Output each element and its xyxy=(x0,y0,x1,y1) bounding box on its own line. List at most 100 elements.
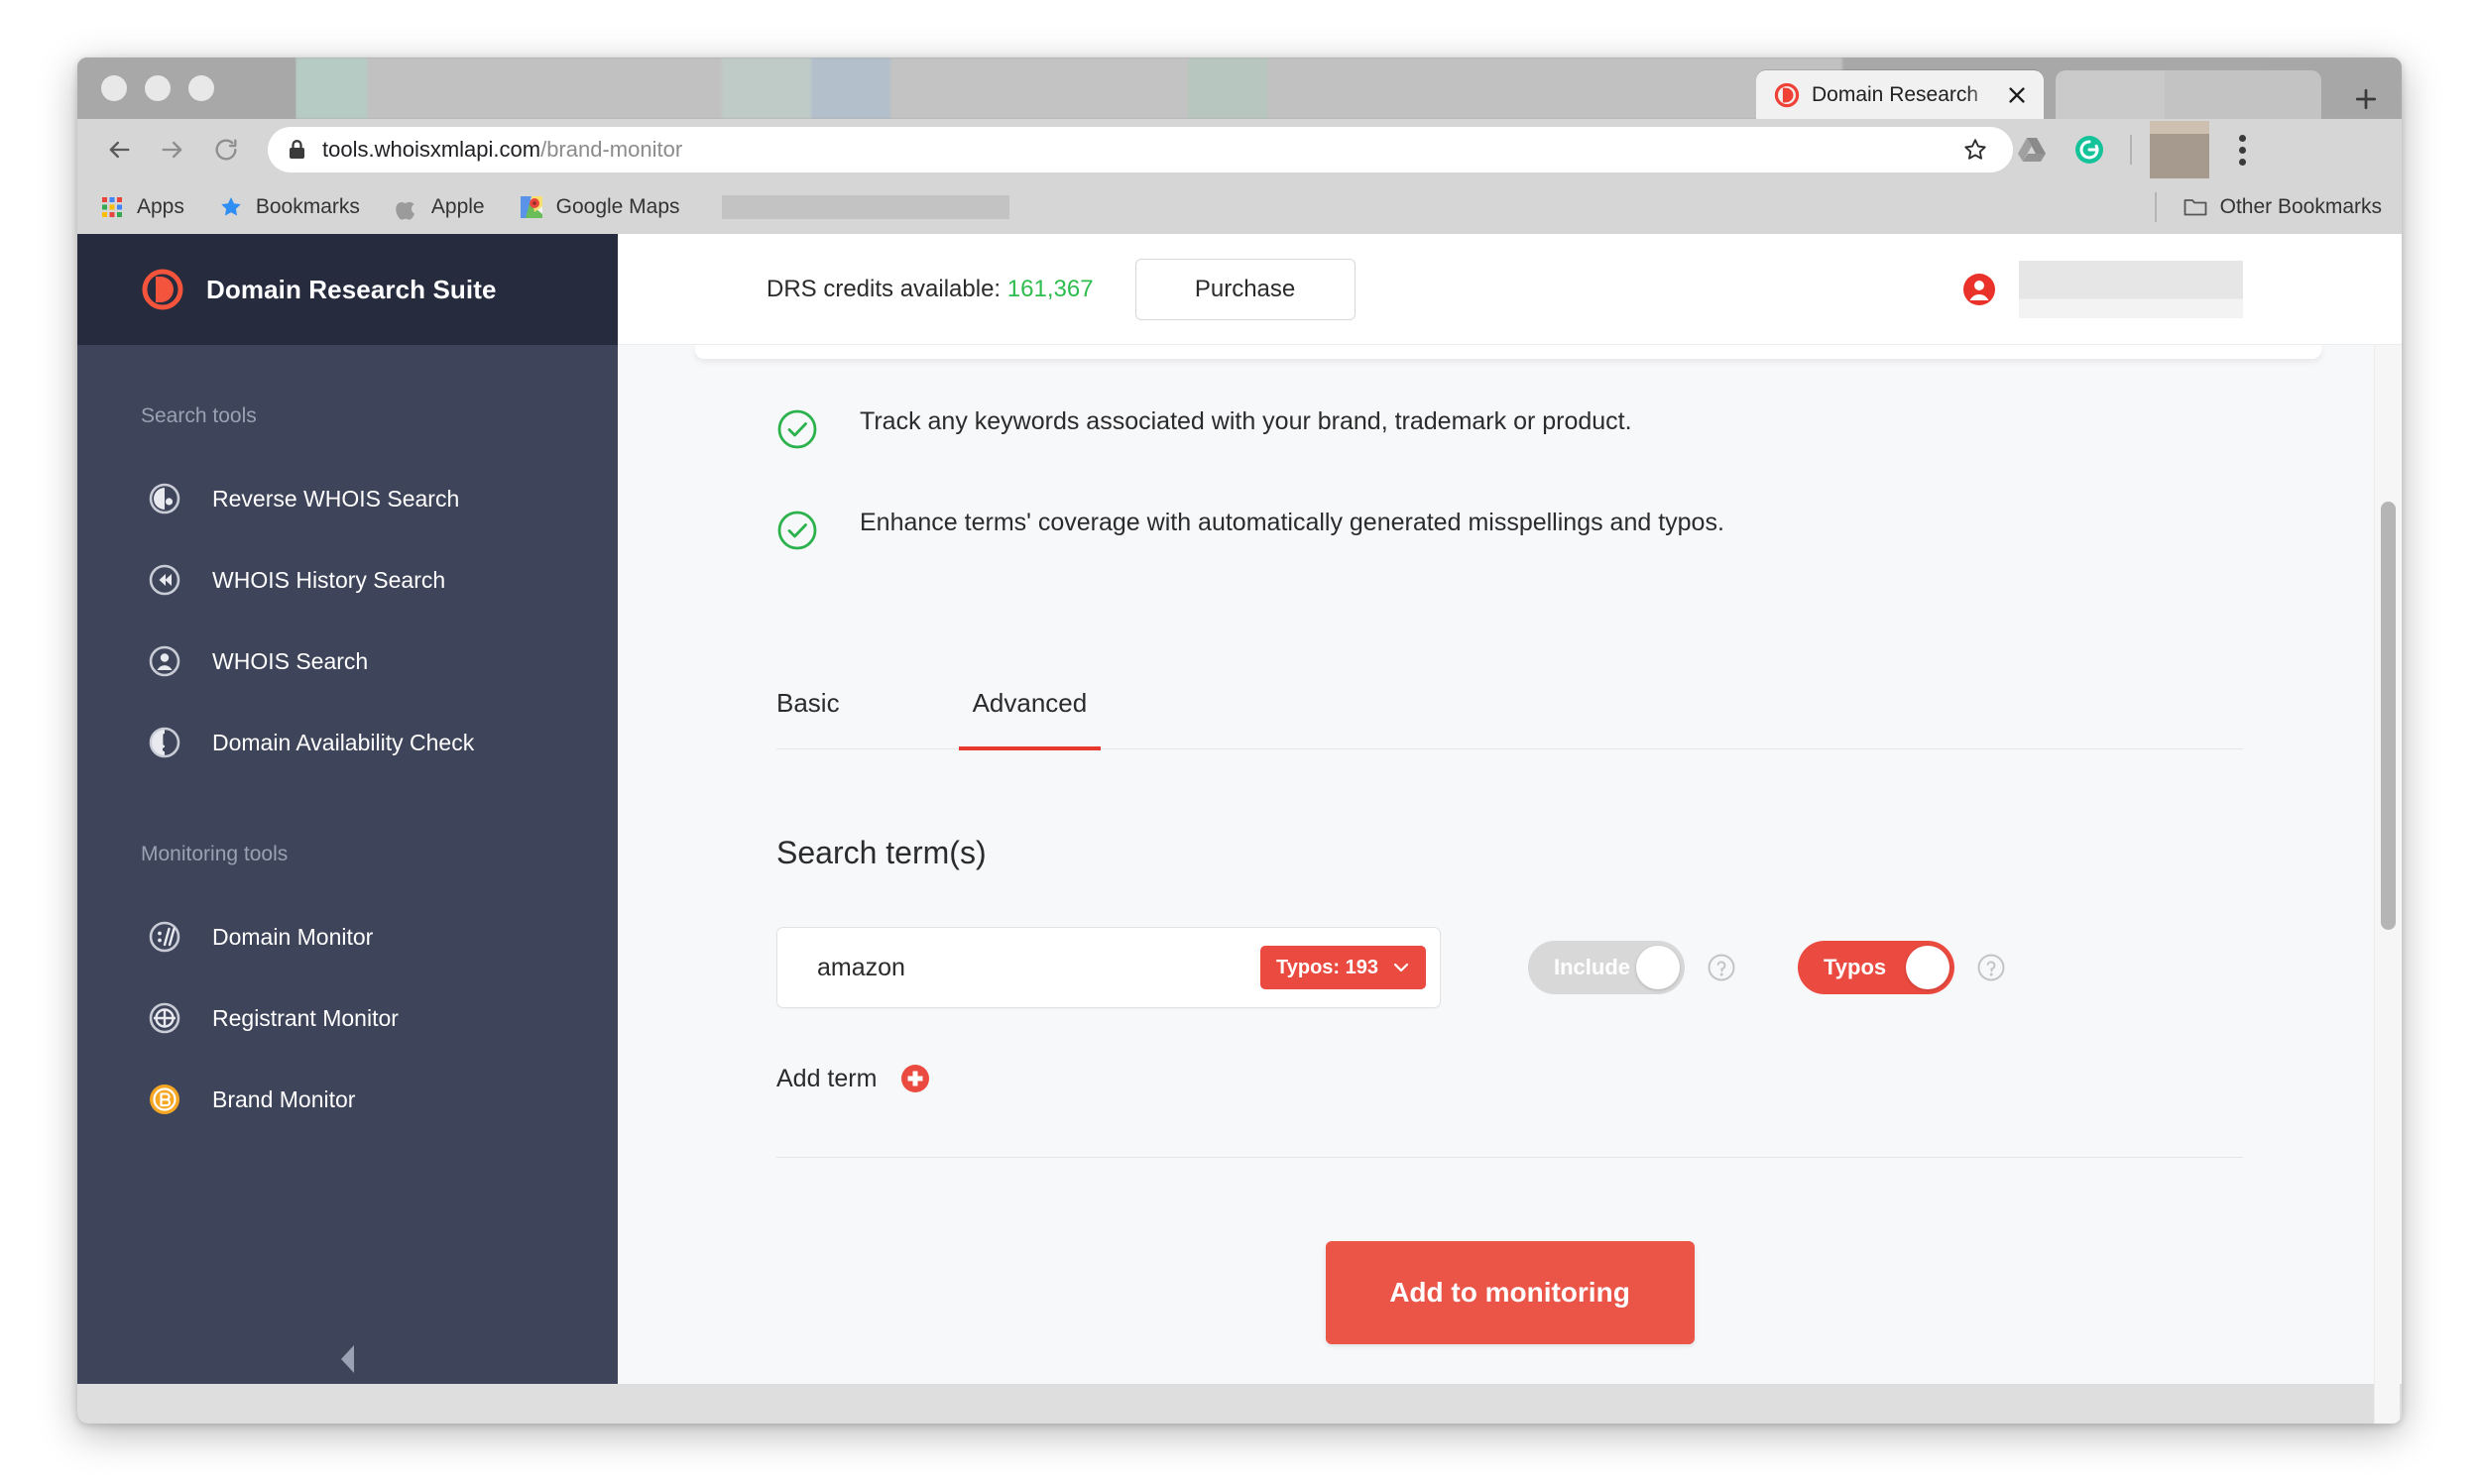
purchase-button[interactable]: Purchase xyxy=(1134,258,1356,320)
scrollable-body: Track any keywords associated with your … xyxy=(618,345,2402,1424)
typos-count-label: Typos: 193 xyxy=(1276,956,1378,978)
star-icon[interactable] xyxy=(1955,130,1995,170)
google-drive-icon[interactable] xyxy=(2011,129,2053,171)
new-tab-button[interactable] xyxy=(2343,79,2389,119)
back-arrow-icon[interactable] xyxy=(97,128,141,171)
sidebar-item-domain-availability-check[interactable]: Domain Availability Check xyxy=(77,702,618,783)
user-account-chip[interactable] xyxy=(1961,260,2243,318)
check-circle-icon xyxy=(776,510,818,551)
domain-availability-icon xyxy=(141,719,188,766)
registrant-monitor-icon xyxy=(141,994,188,1042)
vertical-scrollbar[interactable] xyxy=(2374,345,2400,1424)
bookmark-apple[interactable]: Apple xyxy=(394,194,485,220)
brand-monitor-icon xyxy=(141,1076,188,1123)
search-term-input[interactable]: amazon Typos: 193 xyxy=(776,927,1441,1008)
sidebar-item-registrant-monitor[interactable]: Registrant Monitor xyxy=(77,977,618,1059)
main-content: DRS credits available: 161,367 Purchase xyxy=(618,234,2402,1424)
tab-basic[interactable]: Basic xyxy=(776,688,840,748)
browser-window: Domain Research tools.whoisxmlapi.com/br… xyxy=(77,57,2402,1424)
bookmark-blurred-item[interactable] xyxy=(721,195,1009,219)
folder-icon xyxy=(2183,194,2208,220)
scrolled-panel-edge xyxy=(695,345,2321,359)
feature-item: Enhance terms' coverage with automatical… xyxy=(776,508,2243,551)
tab-advanced[interactable]: Advanced xyxy=(958,688,1101,750)
sidebar-item-brand-monitor[interactable]: Brand Monitor xyxy=(77,1059,618,1140)
grammarly-icon[interactable] xyxy=(2068,129,2110,171)
drs-credits: DRS credits available: 161,367 xyxy=(767,276,1094,303)
credits-label: DRS credits available: xyxy=(767,275,1002,302)
sidebar-item-reverse-whois-search[interactable]: Reverse WHOIS Search xyxy=(77,458,618,539)
sidebar-item-domain-monitor[interactable]: Domain Monitor xyxy=(77,896,618,977)
bookmark-label: Apps xyxy=(137,195,184,218)
other-bookmarks-label: Other Bookmarks xyxy=(2219,195,2382,218)
search-term-row: amazon Typos: 193 Include Typos xyxy=(776,927,2402,1008)
help-circle-icon[interactable] xyxy=(1707,953,1736,982)
browser-tab-active[interactable]: Domain Research xyxy=(1756,70,2044,119)
bookmarks-divider xyxy=(2154,192,2157,222)
user-name-blurred xyxy=(2019,260,2243,318)
browser-tab-inactive[interactable] xyxy=(2056,70,2321,119)
window-bottom-edge xyxy=(77,1384,2402,1424)
reload-icon[interactable] xyxy=(204,128,248,171)
profile-avatar-blurred[interactable] xyxy=(2150,121,2209,178)
reverse-whois-icon xyxy=(141,475,188,522)
user-avatar-icon xyxy=(1961,272,1997,307)
section-divider xyxy=(776,1157,2243,1158)
add-term-button[interactable]: Add term xyxy=(776,1062,2402,1095)
application-area: Domain Research Suite Search tools Rever… xyxy=(77,234,2402,1424)
add-term-label: Add term xyxy=(776,1064,878,1092)
domain-monitor-icon xyxy=(141,913,188,961)
section-title: Search term(s) xyxy=(776,835,987,870)
drs-logo-icon xyxy=(141,268,184,311)
bookmark-google-maps[interactable]: Google Maps xyxy=(519,194,680,220)
typos-count-badge[interactable]: Typos: 193 xyxy=(1260,946,1426,989)
star-icon xyxy=(218,194,244,220)
address-bar[interactable]: tools.whoisxmlapi.com/brand-monitor xyxy=(268,127,2013,172)
toggle-knob xyxy=(1636,946,1680,989)
feature-text: Enhance terms' coverage with automatical… xyxy=(860,509,1724,536)
sidebar-collapse-button[interactable] xyxy=(77,1342,618,1376)
bookmark-apps[interactable]: Apps xyxy=(99,194,184,220)
sidebar: Domain Research Suite Search tools Rever… xyxy=(77,234,618,1424)
window-close-button[interactable] xyxy=(101,75,127,101)
typos-toggle[interactable]: Typos xyxy=(1798,941,1954,994)
window-controls xyxy=(77,57,295,119)
url-path: /brand-monitor xyxy=(540,137,683,162)
bookmark-label: Bookmarks xyxy=(255,195,360,218)
check-circle-icon xyxy=(776,408,818,450)
window-minimize-button[interactable] xyxy=(145,75,171,101)
window-maximize-button[interactable] xyxy=(188,75,214,101)
typos-toggle-label: Typos xyxy=(1824,955,1887,979)
search-term-value[interactable]: amazon xyxy=(817,954,1260,982)
browser-tab-strip: Domain Research xyxy=(77,57,2402,119)
sidebar-item-label: WHOIS History Search xyxy=(212,566,446,593)
sidebar-item-label: Brand Monitor xyxy=(212,1085,356,1112)
sidebar-brand-label: Domain Research Suite xyxy=(206,274,497,304)
help-circle-icon[interactable] xyxy=(1976,953,2006,982)
browser-toolbar: tools.whoisxmlapi.com/brand-monitor xyxy=(77,119,2402,180)
sidebar-item-label: WHOIS Search xyxy=(212,647,369,674)
scrollbar-thumb[interactable] xyxy=(2381,502,2396,930)
url-host: tools.whoisxmlapi.com xyxy=(322,137,541,162)
toggle-knob xyxy=(1906,946,1949,989)
include-toggle[interactable]: Include xyxy=(1528,941,1685,994)
bookmark-label: Apple xyxy=(430,195,485,218)
bookmark-label: Google Maps xyxy=(555,195,680,218)
sidebar-item-whois-search[interactable]: WHOIS Search xyxy=(77,621,618,702)
content-header: DRS credits available: 161,367 Purchase xyxy=(618,234,2402,345)
bookmark-bookmarks[interactable]: Bookmarks xyxy=(218,194,360,220)
sidebar-brand[interactable]: Domain Research Suite xyxy=(77,234,618,345)
sidebar-group-monitoring-tools: Monitoring tools xyxy=(141,843,289,865)
lock-icon xyxy=(288,139,306,161)
three-dot-menu-icon[interactable] xyxy=(2225,134,2259,166)
other-bookmarks-button[interactable]: Other Bookmarks xyxy=(2154,192,2382,222)
bookmarks-bar: Apps Bookmarks Apple Google Maps Other B… xyxy=(77,180,2402,234)
feature-item: Track any keywords associated with your … xyxy=(776,406,2243,450)
forward-arrow-icon[interactable] xyxy=(151,128,194,171)
sidebar-item-whois-history-search[interactable]: WHOIS History Search xyxy=(77,539,618,621)
toolbar-divider xyxy=(2130,135,2132,165)
add-to-monitoring-button[interactable]: Add to monitoring xyxy=(1325,1241,1695,1344)
include-toggle-group: Include xyxy=(1528,941,1736,994)
close-icon[interactable] xyxy=(2006,84,2028,106)
apps-grid-icon xyxy=(99,194,125,220)
